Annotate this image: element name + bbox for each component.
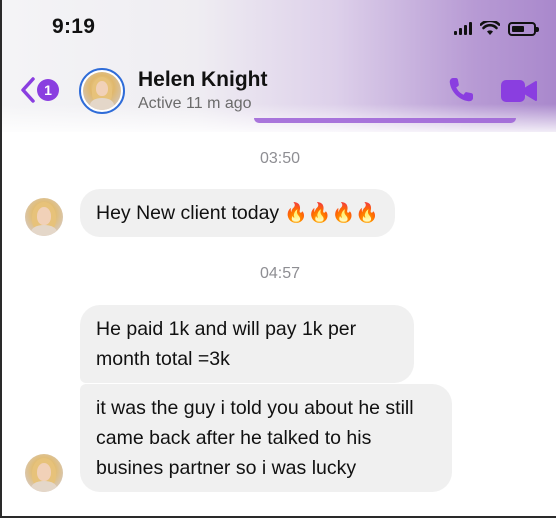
unread-count-badge: 1 bbox=[37, 79, 59, 101]
wifi-icon bbox=[480, 21, 500, 35]
contact-name[interactable]: Helen Knight bbox=[138, 68, 268, 92]
message-text: it was the guy i told you about he still… bbox=[96, 397, 414, 479]
phone-icon[interactable] bbox=[446, 75, 476, 105]
contact-active-status: Active 11 m ago bbox=[138, 95, 252, 112]
message-text: He paid 1k and will pay 1k per month tot… bbox=[96, 318, 357, 370]
chevron-left-icon bbox=[21, 77, 35, 103]
message-bubble[interactable]: it was the guy i told you about he still… bbox=[80, 384, 452, 492]
cellular-signal-icon bbox=[454, 22, 472, 35]
message-bubble[interactable]: Hey New client today 🔥🔥🔥🔥 bbox=[80, 189, 395, 237]
message-timestamp: 04:57 bbox=[259, 265, 301, 282]
contact-avatar[interactable] bbox=[79, 68, 125, 114]
back-button[interactable]: 1 bbox=[18, 75, 59, 105]
battery-icon bbox=[508, 21, 539, 36]
message-text: Hey New client today bbox=[96, 202, 280, 224]
status-bar: 9:19 bbox=[2, 0, 556, 56]
video-camera-icon[interactable] bbox=[500, 78, 538, 104]
fire-emoji-group: 🔥🔥🔥🔥 bbox=[284, 203, 379, 224]
sender-avatar[interactable] bbox=[25, 198, 63, 236]
messenger-chat-screen: 9:19 1 Helen Knight Active 11 m ago 03:5… bbox=[0, 0, 556, 518]
chat-nav-bar: 1 Helen Knight Active 11 m ago bbox=[2, 62, 556, 120]
status-time: 9:19 bbox=[52, 15, 96, 38]
status-icons bbox=[454, 21, 539, 36]
sender-avatar[interactable] bbox=[25, 454, 63, 492]
message-timestamp: 03:50 bbox=[259, 150, 301, 167]
message-bubble[interactable]: He paid 1k and will pay 1k per month tot… bbox=[80, 305, 414, 383]
